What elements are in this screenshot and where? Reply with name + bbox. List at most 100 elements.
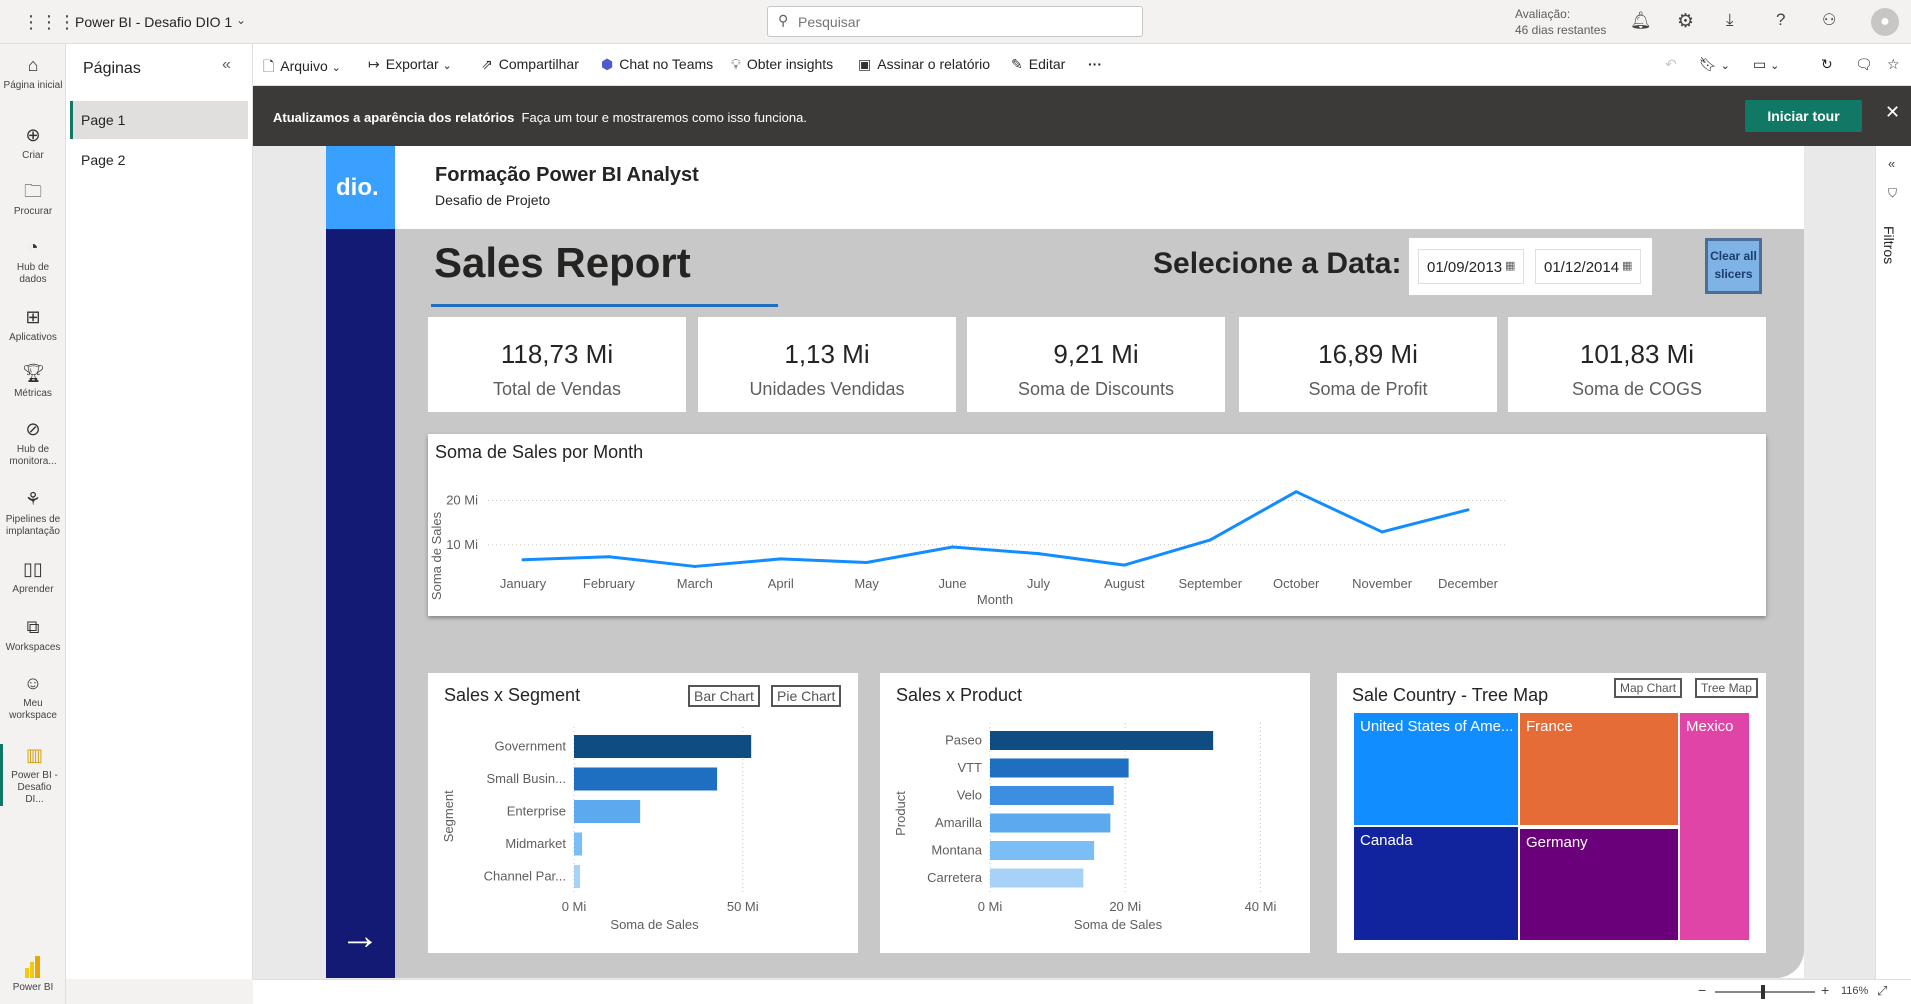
- bar: [574, 767, 718, 791]
- collapse-panel-icon[interactable]: «: [222, 56, 231, 74]
- top-bar: ⋮⋮⋮ Power BI - Desafio DIO 1 ⌄ ⚲ Avaliaç…: [0, 0, 1911, 44]
- nav-pipelines[interactable]: ⚘ Pipelines de implantação: [0, 488, 66, 538]
- nav-home[interactable]: ⌂ Página inicial: [0, 54, 66, 92]
- date-end-input[interactable]: 01/12/2014 ▦: [1535, 249, 1641, 284]
- line-chart-card[interactable]: Soma de Sales por Month 10 Mi 20 Mi Soma d…: [428, 434, 1766, 616]
- filters-pane[interactable]: « ⛉ Filtros: [1875, 146, 1911, 979]
- report-title: Sales Report: [434, 239, 691, 286]
- help-icon[interactable]: ?: [1776, 10, 1785, 30]
- app-launcher-icon[interactable]: ⋮⋮⋮: [22, 12, 76, 32]
- chevron-down-icon[interactable]: ⌄: [236, 13, 246, 27]
- data-point: [1466, 508, 1470, 512]
- close-icon[interactable]: ✕: [1885, 102, 1900, 123]
- x-tick-label: March: [677, 576, 713, 591]
- nav-metrics[interactable]: 🏆︎ Métricas: [0, 362, 66, 400]
- treemap-cell-france[interactable]: France: [1519, 712, 1679, 826]
- left-navigation: ⌂ Página inicial ⊕ Criar 🗀 Procurar ◔ Hub de…: [0, 44, 66, 1004]
- app-title[interactable]: Power BI - Desafio DIO 1: [75, 14, 232, 30]
- nav-create[interactable]: ⊕ Criar: [0, 124, 66, 162]
- kpi-unidades-vendidas[interactable]: 1,13 Mi Unidades Vendidas: [698, 317, 956, 412]
- undo-icon[interactable]: ↶: [1665, 56, 1677, 73]
- nav-workspaces[interactable]: ⧉ Workspaces: [0, 616, 66, 654]
- rocket-icon: ⚘: [24, 489, 42, 509]
- start-tour-button[interactable]: Iniciar tour: [1745, 100, 1862, 132]
- bell-icon[interactable]: 🔔︎: [1630, 11, 1652, 31]
- nav-apps[interactable]: ⊞ Aplicativos: [0, 306, 66, 344]
- kpi-soma-discounts[interactable]: 9,21 Mi Soma de Discounts: [967, 317, 1225, 412]
- category-label: Government: [494, 739, 566, 754]
- subscribe-button[interactable]: ▣ Assinar o relatório: [858, 56, 990, 73]
- fit-page-icon[interactable]: ⤢: [1877, 983, 1887, 999]
- share-button[interactable]: ⇗ Compartilhar: [481, 56, 579, 73]
- nav-current-report[interactable]: ▥ Power BI - Desafio DI...: [0, 744, 66, 806]
- data-point: [521, 558, 525, 562]
- search-input[interactable]: [798, 12, 1128, 32]
- map-chart-button[interactable]: Map Chart: [1614, 678, 1683, 698]
- comment-icon[interactable]: 🗨︎: [1855, 56, 1873, 73]
- nav-learn[interactable]: ▯▯ Aprender: [0, 558, 66, 596]
- side-band: [326, 146, 395, 978]
- nav-my-workspace[interactable]: ☺ Meu workspace: [0, 672, 66, 722]
- search-box[interactable]: ⚲: [767, 6, 1143, 37]
- data-hub-icon: ◔: [27, 237, 39, 257]
- export-menu[interactable]: ↦ Exportar ⌄: [368, 56, 452, 73]
- zoom-in-icon[interactable]: +: [1821, 982, 1829, 998]
- nav-monitoring[interactable]: ⊘ Hub de monitora...: [0, 418, 66, 468]
- expand-filters-icon[interactable]: «: [1888, 156, 1895, 171]
- calendar-icon: ▦: [1622, 260, 1633, 272]
- favorite-icon[interactable]: ☆: [1887, 56, 1900, 73]
- zoom-out-icon[interactable]: −: [1698, 982, 1706, 998]
- bookmark-icon[interactable]: 🔖︎ ⌄: [1699, 56, 1730, 73]
- refresh-icon[interactable]: ↻: [1821, 56, 1833, 73]
- view-icon[interactable]: ▭ ⌄: [1753, 56, 1779, 73]
- powerbi-brand[interactable]: Power BI: [0, 954, 66, 994]
- treemap-cell-germany[interactable]: Germany: [1519, 828, 1679, 941]
- category-label: Enterprise: [507, 804, 566, 819]
- more-options-button[interactable]: ···: [1088, 56, 1102, 72]
- bar: [990, 731, 1214, 750]
- treemap-cell-mexico[interactable]: Mexico: [1679, 712, 1750, 941]
- treemap-card[interactable]: Sale Country - Tree Map Map Chart Tree M…: [1337, 673, 1766, 953]
- next-page-arrow-icon[interactable]: →: [340, 916, 380, 956]
- date-label: Selecione a Data:: [1153, 247, 1402, 280]
- pages-title: Páginas: [83, 60, 141, 77]
- trial-days: 46 dias restantes: [1515, 23, 1607, 37]
- filter-icon: ⛉: [1888, 186, 1898, 200]
- category-label: Paseo: [945, 733, 982, 748]
- page-item-2[interactable]: Page 2: [70, 142, 248, 178]
- insights-button[interactable]: 💡︎ Obter insights: [731, 56, 833, 73]
- zoom-level[interactable]: 116%: [1841, 985, 1868, 997]
- share-people-icon[interactable]: ⚇: [1822, 10, 1836, 30]
- date-start-input[interactable]: 01/09/2013 ▦: [1418, 249, 1524, 284]
- tree-map-button[interactable]: Tree Map: [1695, 678, 1758, 698]
- treemap-title: Sale Country - Tree Map: [1352, 685, 1549, 705]
- data-point: [1208, 538, 1212, 542]
- user-icon: ☺: [23, 673, 43, 693]
- page-item-1[interactable]: Page 1: [70, 101, 248, 139]
- data-point: [1294, 490, 1298, 494]
- kpi-total-vendas[interactable]: 118,73 Mi Total de Vendas: [428, 317, 686, 412]
- treemap-cell-canada[interactable]: Canada: [1353, 826, 1519, 941]
- gear-icon[interactable]: ⚙: [1677, 10, 1694, 33]
- product-chart-card[interactable]: Sales x Product 0 Mi 20 Mi 40 Mi Paseo VTT Ve…: [880, 673, 1310, 953]
- kpi-soma-cogs[interactable]: 101,83 Mi Soma de COGS: [1508, 317, 1766, 412]
- share-icon: ⇗: [481, 56, 493, 72]
- monitor-icon: ⊘: [25, 419, 41, 439]
- category-label: Montana: [931, 843, 982, 858]
- avatar[interactable]: ●: [1871, 8, 1899, 36]
- edit-button[interactable]: ✎ Editar: [1011, 56, 1065, 73]
- nav-data-hub[interactable]: ◔ Hub de dados: [0, 236, 66, 286]
- bar: [990, 813, 1111, 833]
- treemap-cell-usa[interactable]: United States of Ame...: [1353, 712, 1519, 826]
- nav-browse[interactable]: 🗀 Procurar: [0, 180, 66, 218]
- zoom-slider-thumb[interactable]: [1761, 985, 1765, 999]
- filters-label: Filtros: [1881, 226, 1897, 265]
- clear-slicers-button[interactable]: Clear all slicers: [1705, 238, 1762, 294]
- download-icon[interactable]: ⤓: [1726, 10, 1734, 30]
- segment-chart-card[interactable]: Sales x Segment Bar Chart Pie Chart 0 Mi…: [428, 673, 858, 953]
- teams-chat-button[interactable]: ⬢ Chat no Teams: [601, 56, 713, 73]
- kpi-soma-profit[interactable]: 16,89 Mi Soma de Profit: [1239, 317, 1497, 412]
- product-bar-chart: 0 Mi 20 Mi 40 Mi Paseo VTT Velo Amarilla Montan…: [893, 723, 1276, 932]
- file-menu[interactable]: 🗋 Arquivo ⌄: [263, 56, 341, 80]
- zoom-slider[interactable]: [1715, 985, 1815, 999]
